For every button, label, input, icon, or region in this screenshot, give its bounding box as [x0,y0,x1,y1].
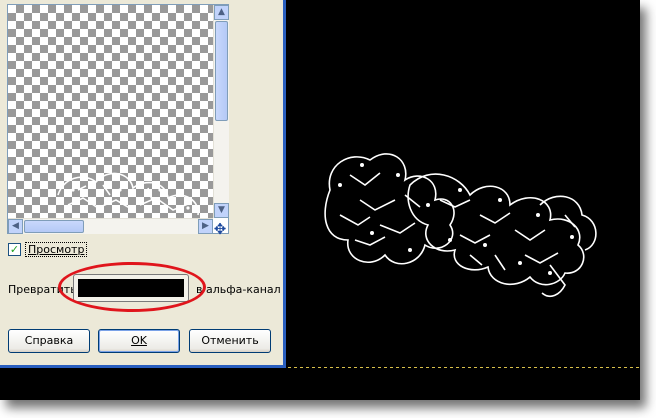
arrow-down-icon[interactable]: ▼ [214,203,229,218]
navigate-icon[interactable]: ✥ [212,221,228,237]
annotation-highlight-ellipse [58,262,206,312]
arrow-left-icon[interactable]: ◀ [8,219,23,234]
preview-vertical-scrollbar[interactable]: ▲ ▼ [213,5,229,218]
horizontal-scroll-thumb[interactable] [24,220,84,233]
color-to-alpha-dialog: ▲ ▼ ◀ ▶ ✥ ✓ Просмотр Превратить в альфа-… [0,0,286,368]
ok-button[interactable]: OK [98,329,180,353]
preview-horizontal-scrollbar[interactable]: ◀ ▶ [8,218,213,234]
vertical-scroll-thumb[interactable] [215,21,228,121]
arrow-up-icon[interactable]: ▲ [214,5,229,20]
cracked-text-image [324,153,597,297]
ok-button-label: OK [131,334,147,347]
help-button[interactable]: Справка [8,329,90,353]
checkmark-icon: ✓ [9,242,20,256]
cancel-button[interactable]: Отменить [189,329,271,353]
preview-checkbox-label[interactable]: Просмотр [25,241,88,257]
preview-checkbox[interactable]: ✓ [8,242,21,256]
convert-suffix-label: в альфа-канал [196,283,281,296]
preview-panel: ▲ ▼ ◀ ▶ [7,4,229,234]
canvas-bottom-area [0,368,640,400]
preview-checkbox-row[interactable]: ✓ Просмотр [8,241,88,257]
preview-cracked-image [57,172,199,216]
arrow-right-icon[interactable]: ▶ [198,219,213,234]
cancel-button-label: Отменить [201,334,259,347]
preview-area[interactable] [8,5,213,218]
help-button-label: Справка [24,334,74,347]
